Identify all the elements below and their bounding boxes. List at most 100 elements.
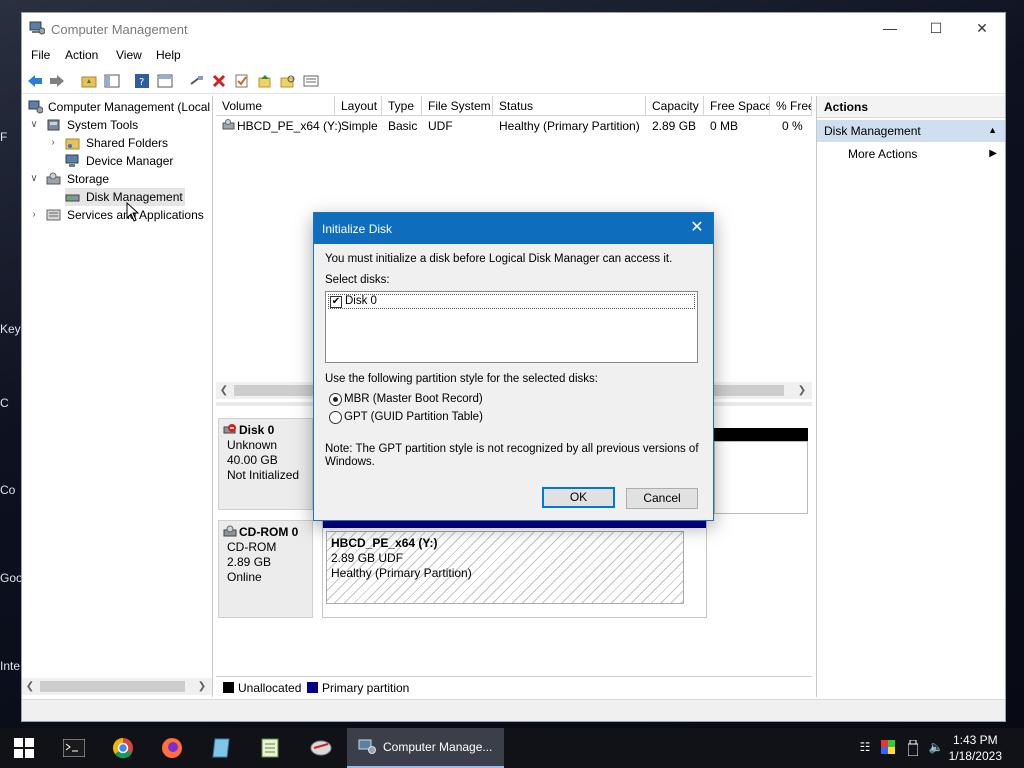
- tree-horizontal-scrollbar[interactable]: ❮ ❯: [22, 678, 212, 695]
- cancel-button[interactable]: Cancel: [626, 488, 698, 509]
- navigation-tree: Computer Management (Local ∨ System Tool…: [22, 96, 213, 697]
- list-view-icon[interactable]: [302, 72, 320, 90]
- disk-list[interactable]: ✔ Disk 0: [325, 291, 698, 363]
- tree-item-device-manager[interactable]: Device Manager: [47, 152, 207, 170]
- scroll-thumb[interactable]: [40, 681, 185, 692]
- minimize-button[interactable]: —: [867, 13, 913, 45]
- title-bar[interactable]: Computer Management — ☐ ✕: [22, 13, 1005, 45]
- export-icon[interactable]: [256, 72, 274, 90]
- menu-file[interactable]: File: [31, 48, 50, 62]
- column-capacity[interactable]: Capacity: [646, 96, 704, 116]
- tree-item-disk-management[interactable]: Disk Management: [65, 188, 185, 206]
- disk0-info[interactable]: Disk 0 Unknown 40.00 GB Not Initialized: [218, 418, 313, 510]
- network-icon[interactable]: ☷: [857, 740, 873, 756]
- taskbar-editor[interactable]: [246, 728, 294, 768]
- dialog-title-bar[interactable]: Initialize Disk ✕: [314, 213, 713, 244]
- close-button[interactable]: ✕: [959, 13, 1005, 45]
- system-clock[interactable]: 1:43 PM 1/18/2023: [949, 732, 1002, 764]
- menu-view[interactable]: View: [116, 48, 142, 62]
- column-status[interactable]: Status: [493, 96, 646, 116]
- desktop-icon-label[interactable]: F: [0, 130, 7, 144]
- forward-arrow-icon[interactable]: [48, 72, 66, 90]
- volume-column-header: Volume Layout Type File System Status Ca…: [216, 96, 812, 116]
- chevron-down-icon[interactable]: ∨: [28, 116, 40, 134]
- properties-view-icon[interactable]: [156, 72, 174, 90]
- cdrom0-info[interactable]: CD-ROM 0 CD-ROM 2.89 GB Online: [218, 520, 313, 618]
- gpt-radio[interactable]: [329, 411, 342, 424]
- menu-action[interactable]: Action: [65, 48, 98, 62]
- cdrom0-partition[interactable]: HBCD_PE_x64 (Y:) 2.89 GB UDF Healthy (Pr…: [322, 520, 707, 618]
- connect-icon[interactable]: [188, 72, 206, 90]
- delete-icon[interactable]: [210, 72, 228, 90]
- color-settings-icon[interactable]: [880, 740, 896, 756]
- disk-tool-icon: [310, 740, 332, 756]
- tree-item-system-tools[interactable]: ∨ System Tools: [28, 116, 208, 134]
- chevron-right-icon[interactable]: ›: [28, 206, 40, 224]
- disk0-checkbox[interactable]: ✔: [330, 296, 342, 308]
- start-button[interactable]: [0, 728, 48, 768]
- chevron-down-icon[interactable]: ∨: [28, 170, 40, 188]
- maximize-button[interactable]: ☐: [913, 13, 959, 45]
- column-percent-free[interactable]: % Free: [770, 96, 812, 116]
- select-disks-label: Select disks:: [325, 274, 390, 286]
- taskbar-chrome[interactable]: [99, 728, 147, 768]
- column-volume[interactable]: Volume: [216, 96, 335, 116]
- cdrom-icon: [223, 525, 237, 537]
- desktop-icon-label[interactable]: Key: [0, 322, 21, 336]
- tree-item-services[interactable]: › Services and Applications: [28, 206, 212, 224]
- scroll-right-icon[interactable]: ❯: [194, 678, 210, 695]
- gpt-label[interactable]: GPT (GUID Partition Table): [344, 411, 483, 423]
- ok-button[interactable]: OK: [542, 487, 615, 508]
- check-properties-icon[interactable]: [233, 72, 251, 90]
- drive-icon: [222, 119, 235, 130]
- tree-item-storage[interactable]: ∨ Storage: [28, 170, 208, 188]
- column-file-system[interactable]: File System: [422, 96, 493, 116]
- mbr-radio[interactable]: [329, 393, 342, 406]
- taskbar-computer-management[interactable]: Computer Manage...: [347, 728, 504, 768]
- more-actions-item[interactable]: More Actions ▶: [817, 144, 1005, 164]
- desktop-icon-label[interactable]: Co: [0, 483, 15, 497]
- scroll-left-icon[interactable]: ❮: [216, 382, 232, 399]
- column-layout[interactable]: Layout: [335, 96, 382, 116]
- taskbar-tool[interactable]: [297, 728, 345, 768]
- column-free-space[interactable]: Free Space: [704, 96, 770, 116]
- actions-pane: Actions Disk Management ▲ More Actions ▶: [816, 96, 1005, 697]
- cell-file-system: UDF: [428, 119, 453, 133]
- firefox-icon: [162, 738, 182, 758]
- window-title: Computer Management: [51, 22, 188, 37]
- usb-icon[interactable]: [905, 739, 921, 757]
- clock-time: 1:43 PM: [952, 733, 998, 747]
- show-hide-tree-icon[interactable]: [103, 72, 121, 90]
- chevron-right-icon[interactable]: ›: [47, 134, 59, 152]
- spreadsheet-icon: [261, 738, 279, 758]
- partition-content[interactable]: HBCD_PE_x64 (Y:) 2.89 GB UDF Healthy (Pr…: [326, 531, 684, 604]
- tree-item-shared-folders[interactable]: › Shared Folders: [47, 134, 207, 152]
- taskbar-notepad[interactable]: [197, 728, 245, 768]
- help-icon[interactable]: ?: [133, 72, 151, 90]
- folder-search-icon[interactable]: [279, 72, 297, 90]
- desktop-icon-label[interactable]: Goo: [0, 571, 23, 585]
- table-row[interactable]: HBCD_PE_x64 (Y:) Simple Basic UDF Health…: [216, 117, 812, 135]
- desktop-icon-label[interactable]: Inte: [0, 659, 20, 673]
- actions-section-disk-management[interactable]: Disk Management ▲: [817, 120, 1005, 142]
- menu-help[interactable]: Help: [156, 48, 181, 62]
- volume-muted-icon[interactable]: 🔈: [928, 740, 944, 756]
- collapse-up-icon[interactable]: ▲: [988, 125, 997, 135]
- disk-list-item[interactable]: ✔ Disk 0: [328, 294, 695, 309]
- disk0-unallocated-region[interactable]: [714, 441, 808, 514]
- scroll-left-icon[interactable]: ❮: [22, 678, 38, 695]
- taskbar-firefox[interactable]: [148, 728, 196, 768]
- dialog-intro: You must initialize a disk before Logica…: [325, 253, 673, 265]
- scroll-right-icon[interactable]: ❯: [794, 382, 810, 399]
- mbr-label[interactable]: MBR (Master Boot Record): [344, 393, 483, 405]
- status-bar: [22, 699, 1005, 721]
- desktop-icon-label[interactable]: C: [0, 396, 9, 410]
- column-type[interactable]: Type: [382, 96, 422, 116]
- disk0-unallocated-bar[interactable]: [714, 428, 808, 441]
- taskbar-terminal[interactable]: [50, 728, 98, 768]
- legend-primary: Primary partition: [322, 681, 410, 695]
- dialog-close-button[interactable]: ✕: [681, 213, 713, 244]
- tree-label: System Tools: [67, 118, 139, 132]
- up-folder-icon[interactable]: [80, 72, 98, 90]
- back-arrow-icon[interactable]: [26, 72, 44, 90]
